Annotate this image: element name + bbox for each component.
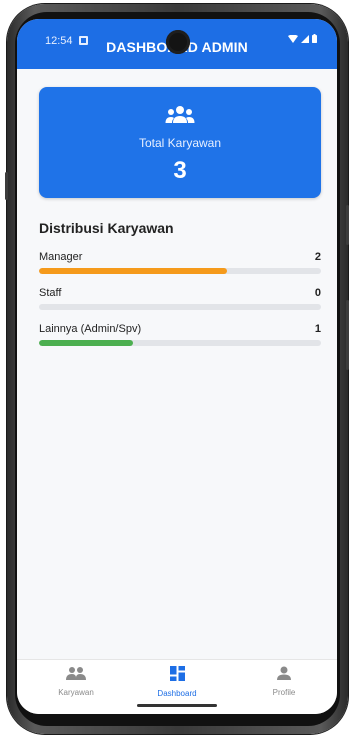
app-screen: 12:54 DASHBOARD ADMIN Total Karyawan 3 D… [17, 19, 337, 714]
total-employee-value: 3 [173, 157, 187, 184]
distribution-label: Lainnya (Admin/Spv) [39, 323, 142, 335]
battery-icon [312, 34, 317, 43]
distribution-title: Distribusi Karyawan [39, 220, 174, 236]
volume-button [346, 300, 349, 370]
distribution-count: 2 [314, 251, 321, 263]
app-bar: 12:54 DASHBOARD ADMIN [17, 19, 337, 69]
distribution-label: Manager [39, 251, 83, 263]
distribution-row-lainnya: Lainnya (Admin/Spv) 1 [39, 323, 321, 353]
distribution-bar-fill [39, 268, 228, 274]
wifi-icon [288, 34, 298, 43]
total-employee-card: Total Karyawan 3 [39, 87, 321, 198]
people-icon [66, 667, 86, 680]
nav-item-karyawan[interactable]: Karyawan [36, 666, 116, 697]
nav-label-karyawan: Karyawan [58, 688, 94, 697]
nav-label-dashboard: Dashboard [157, 689, 197, 698]
distribution-count: 0 [314, 287, 321, 299]
person-icon [277, 666, 291, 680]
distribution-count: 1 [314, 323, 321, 335]
distribution-row-manager: Manager 2 [39, 251, 321, 281]
distribution-bar-track [39, 268, 321, 274]
distribution-bar-track [39, 304, 321, 310]
group-icon [165, 106, 195, 123]
power-button [346, 205, 349, 245]
distribution-label: Staff [39, 287, 62, 299]
distribution-row-staff: Staff 0 [39, 287, 321, 317]
camera-cutout [166, 30, 190, 54]
nav-item-dashboard[interactable]: Dashboard [137, 666, 217, 698]
distribution-bar-track [39, 340, 321, 346]
nav-item-profile[interactable]: Profile [244, 666, 324, 697]
total-employee-label: Total Karyawan [138, 136, 222, 150]
status-icons [288, 34, 317, 43]
side-button-left [5, 172, 8, 200]
home-indicator [137, 704, 217, 707]
distribution-bar-fill [39, 340, 133, 346]
dashboard-icon [169, 666, 185, 681]
nav-label-profile: Profile [272, 688, 296, 697]
signal-icon [301, 34, 309, 43]
